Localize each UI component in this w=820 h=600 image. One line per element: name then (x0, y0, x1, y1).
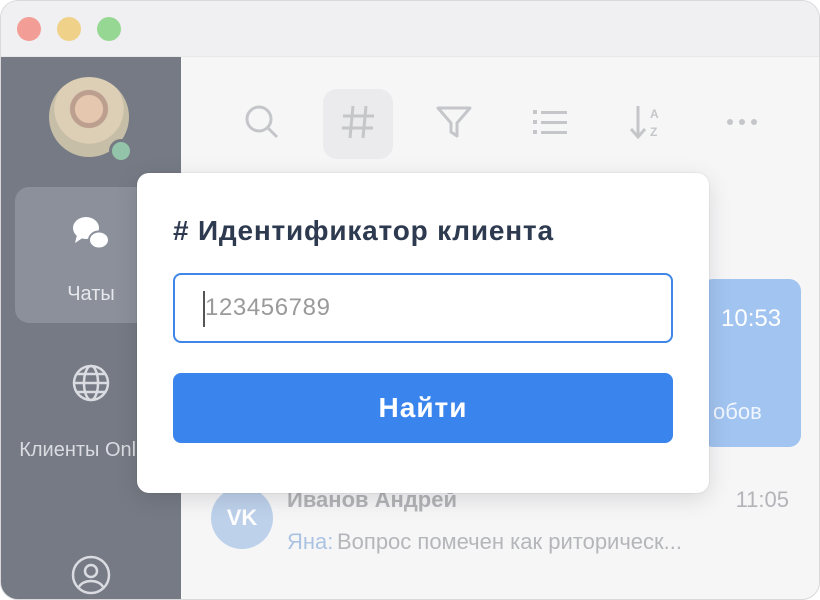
find-button[interactable]: Найти (173, 373, 673, 443)
client-id-dialog: # Идентификатор клиента Найти (137, 173, 709, 493)
dialog-title: # Идентификатор клиента (173, 215, 554, 246)
client-id-input[interactable] (173, 273, 673, 343)
text-caret (203, 291, 205, 327)
app-window: Чаты Клиенты Online A Z 10:53 обов VK Ив… (0, 0, 820, 600)
